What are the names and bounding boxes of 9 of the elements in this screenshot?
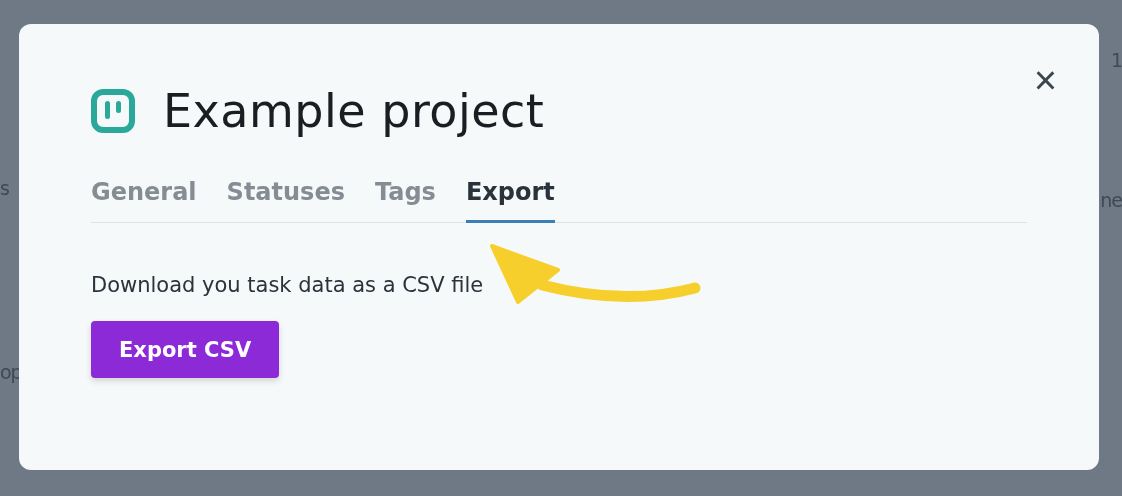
board-logo-icon [91,89,135,133]
dialog-title: Example project [163,84,545,138]
tab[interactable]: Statuses [226,168,345,223]
export-description: Download you task data as a CSV file [91,273,485,297]
close-button[interactable]: × [1033,62,1057,98]
tab[interactable]: Tags [374,168,436,223]
tab[interactable]: General [91,168,197,223]
tab[interactable]: Export [465,168,555,223]
export-csv-button[interactable]: Export CSV [91,321,280,378]
